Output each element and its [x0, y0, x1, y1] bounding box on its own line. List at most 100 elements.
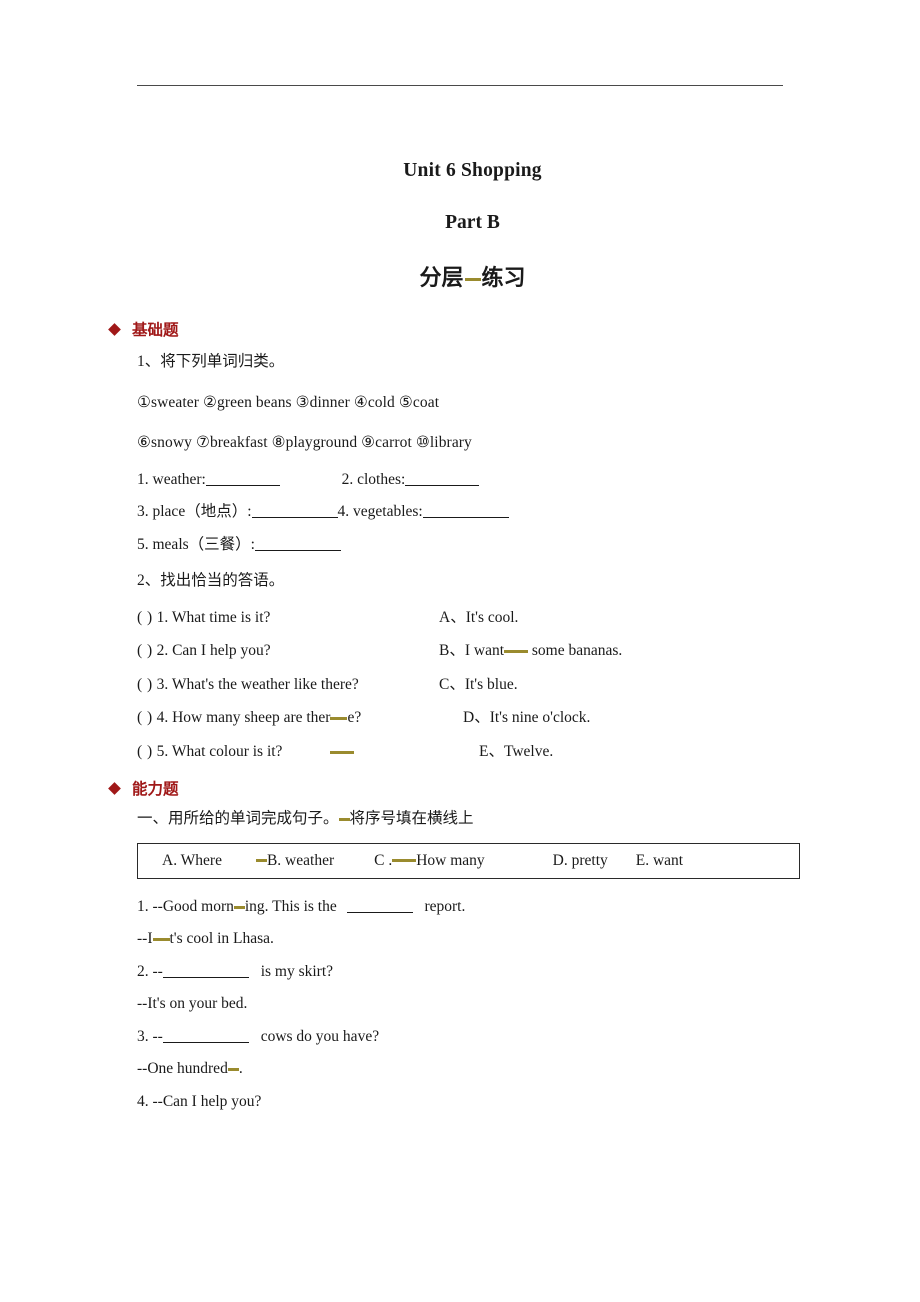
section-header-ability-label: 能力题	[132, 780, 179, 798]
match-question-4-num: 4.	[156, 709, 169, 726]
ability-question-4-num: 4.	[137, 1092, 149, 1110]
ability-answer-1: --I t's cool in Lhasa.	[137, 931, 800, 947]
match-answer-1: A、It's cool.	[419, 609, 800, 626]
match-answer-3: C、It's blue.	[419, 675, 800, 693]
match-answer-3-letter: C、	[439, 675, 465, 693]
match-question-2: ( ) 2. Can I help you?	[137, 643, 419, 659]
exercise1-word-line-2: ⑥snowy ⑦breakfast ⑧playground ⑨carrot ⑩l…	[137, 434, 472, 451]
category-1-num: 1.	[137, 470, 149, 488]
ability-question-3-num: 3.	[137, 1027, 149, 1045]
ability-question-1-post: ing. This is the	[244, 897, 337, 915]
ability-answer-3-post: .	[238, 1060, 243, 1077]
exercise-heading-left: 分层	[419, 266, 464, 291]
category-5-num: 5.	[137, 535, 149, 553]
annotation-mark-icon	[504, 650, 529, 653]
match-question-2-text: Can I help you?	[172, 642, 271, 659]
ability-question-2-num: 2.	[137, 962, 149, 980]
match-answer-box-1[interactable]: ( )	[137, 609, 153, 626]
word-bank-option-e[interactable]: E. want	[636, 852, 683, 870]
ability-answer-1-post: t's cool in Lhasa.	[169, 930, 274, 947]
annotation-mark-icon	[227, 1068, 239, 1071]
category-2-blank[interactable]	[405, 484, 480, 486]
ability-instruction-post: 将序号填在横线上	[349, 810, 474, 827]
match-question-1-num: 1.	[156, 608, 169, 626]
match-answer-2-letter: B、	[439, 642, 465, 659]
worksheet-page: Unit 6 Shopping Part B 分层 练习 基础题 1、将下列单词归…	[0, 0, 920, 1302]
match-answer-3-text: It's blue.	[464, 675, 518, 693]
match-answer-4: D、It's nine o'clock.	[419, 710, 800, 726]
category-4-blank[interactable]	[422, 517, 509, 518]
annotation-mark-icon	[152, 938, 170, 941]
ability-instruction-pre: 一、用所给的单词完成句子。	[137, 810, 339, 827]
category-3-num: 3.	[137, 503, 149, 520]
category-3-blank[interactable]	[251, 517, 338, 518]
match-answer-4-letter: D、	[463, 709, 490, 726]
match-answer-5-text: Twelve.	[503, 742, 554, 760]
exercise-heading: 分层 练习	[137, 260, 800, 292]
ability-question-3: 3. -- cows do you have?	[137, 1027, 800, 1045]
word-bank-option-a[interactable]: A. Where	[162, 852, 222, 870]
ability-answer-3: --One hundred.	[137, 1061, 800, 1077]
word-bank-box: A. Where B. weather C . How many D. prett…	[137, 842, 800, 879]
match-answer-5: E、Twelve.	[419, 742, 800, 760]
match-answer-box-2[interactable]: ( )	[137, 642, 153, 659]
section-header-ability: 能力题	[108, 777, 800, 799]
match-row: ( ) 4. How many sheep are ther e? D、It's …	[137, 710, 800, 726]
category-5-blank[interactable]	[254, 549, 341, 551]
category-4-label: vegetables:	[353, 503, 423, 520]
category-row-2: 3. place（地点）: 4. vegetables:	[137, 504, 800, 520]
ability-question-1-blank[interactable]	[346, 911, 413, 913]
category-2-label: clothes:	[357, 470, 406, 488]
match-answer-box-5[interactable]: ( )	[137, 743, 153, 760]
match-question-3: ( ) 3. What's the weather like there?	[137, 675, 419, 693]
word-bank-option-c-text[interactable]: How many	[416, 852, 484, 870]
annotation-mark-icon	[233, 905, 245, 909]
ability-question-1-num: 1.	[137, 897, 149, 915]
match-row: ( ) 3. What's the weather like there? C、…	[137, 675, 800, 693]
match-answer-2-text-post: some bananas.	[531, 642, 623, 659]
ability-question-2-blank[interactable]	[162, 976, 249, 978]
ability-question-2: 2. -- is my skirt?	[137, 962, 800, 980]
category-3-label: place（地点）:	[152, 503, 252, 520]
ability-question-4-text: --Can I help you?	[152, 1092, 262, 1110]
match-question-3-text: What's the weather like there?	[171, 675, 359, 693]
word-bank-option-d[interactable]: D. pretty	[553, 852, 608, 870]
annotation-mark-icon	[330, 717, 348, 720]
match-question-1: ( ) 1. What time is it?	[137, 608, 419, 626]
match-row: ( ) 2. Can I help you? B、I want some ban…	[137, 643, 800, 659]
annotation-mark-icon	[255, 859, 267, 862]
exercise2-instruction: 2、找出恰当的答语。	[137, 572, 285, 589]
word-bank-option-b[interactable]: B. weather	[267, 852, 334, 870]
match-question-2-num: 2.	[156, 642, 169, 659]
match-question-5: ( ) 5. What colour is it?	[137, 742, 419, 760]
header-divider-rule	[137, 85, 783, 86]
match-question-4: ( ) 4. How many sheep are ther e?	[137, 710, 419, 726]
ability-question-3-tail: cows do you have?	[260, 1027, 380, 1045]
word-bank-option-c-letter[interactable]: C .	[374, 852, 392, 870]
match-answer-box-3[interactable]: ( )	[137, 676, 153, 693]
ability-question-3-blank[interactable]	[162, 1041, 249, 1043]
ability-answer-1-pre: --I	[137, 930, 153, 947]
page-title: Unit 6 Shopping	[403, 160, 542, 181]
match-question-3-num: 3.	[156, 675, 169, 693]
match-question-1-text: What time is it?	[171, 608, 271, 626]
match-question-4-text-post: e?	[347, 709, 362, 726]
diamond-bullet-icon	[108, 322, 121, 336]
ability-question-4: 4. --Can I help you?	[137, 1092, 800, 1110]
category-1-label: weather:	[152, 470, 206, 488]
match-question-5-text: What colour is it?	[171, 742, 283, 760]
ability-question-1: 1. --Good morn ing. This is the report.	[137, 897, 800, 915]
section-header-basic: 基础题	[108, 318, 800, 340]
annotation-mark-icon	[392, 859, 417, 862]
category-1-blank[interactable]	[205, 484, 280, 486]
match-question-5-num: 5.	[156, 742, 169, 760]
ability-instruction: 一、用所给的单词完成句子。 将序号填在横线上	[137, 811, 800, 827]
match-row: ( ) 1. What time is it? A、It's cool.	[137, 608, 800, 626]
match-answer-box-4[interactable]: ( )	[137, 709, 153, 726]
ability-answer-2: --It's on your bed.	[137, 995, 248, 1012]
match-answer-4-text: It's nine o'clock.	[489, 709, 591, 726]
category-row-1: 1. weather: 2. clothes:	[137, 470, 800, 488]
exercise1-instruction: 1、将下列单词归类。	[137, 353, 285, 370]
annotation-mark-icon	[338, 818, 350, 821]
annotation-mark-icon	[464, 278, 481, 281]
